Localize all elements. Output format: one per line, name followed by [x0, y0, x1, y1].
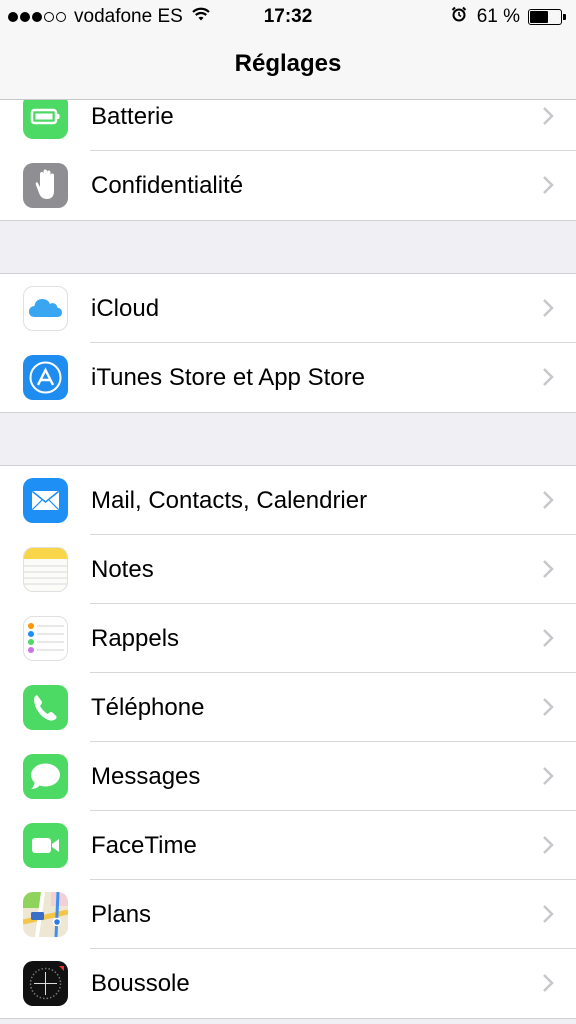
- settings-group-1: Batterie Confidentialité: [0, 81, 576, 221]
- chevron-right-icon: [542, 628, 554, 653]
- settings-row-label: Confidentialité: [91, 172, 244, 199]
- battery-icon: [23, 94, 68, 139]
- chevron-right-icon: [542, 559, 554, 584]
- settings-row-confidentialite[interactable]: Confidentialité: [0, 151, 576, 220]
- chevron-right-icon: [542, 904, 554, 929]
- messages-icon: [23, 754, 68, 799]
- chevron-right-icon: [542, 367, 554, 392]
- settings-row-notes[interactable]: Notes: [0, 535, 576, 604]
- settings-group-3: Mail, Contacts, Calendrier Notes Rappels…: [0, 465, 576, 1019]
- page-title: Réglages: [234, 50, 342, 77]
- settings-row-mail[interactable]: Mail, Contacts, Calendrier: [0, 466, 576, 535]
- icloud-icon: [23, 286, 68, 331]
- settings-row-label: Mail, Contacts, Calendrier: [91, 487, 368, 514]
- settings-row-plans[interactable]: Plans: [0, 880, 576, 949]
- navigation-bar: Réglages: [0, 36, 576, 100]
- settings-row-label: Téléphone: [91, 694, 205, 721]
- settings-group-2: iCloud iTunes Store et App Store: [0, 273, 576, 413]
- settings-row-label: Messages: [91, 763, 201, 790]
- settings-row-label: Rappels: [91, 625, 180, 652]
- settings-row-itunes-app-store[interactable]: iTunes Store et App Store: [0, 343, 576, 412]
- settings-row-telephone[interactable]: Téléphone: [0, 673, 576, 742]
- settings-row-label: Plans: [91, 901, 152, 928]
- settings-row-rappels[interactable]: Rappels: [0, 604, 576, 673]
- notes-icon: [23, 547, 68, 592]
- chevron-right-icon: [542, 298, 554, 323]
- maps-icon: [23, 892, 68, 937]
- settings-row-facetime[interactable]: FaceTime: [0, 811, 576, 880]
- settings-row-icloud[interactable]: iCloud: [0, 274, 576, 343]
- phone-icon: [23, 685, 68, 730]
- chevron-right-icon: [542, 973, 554, 998]
- facetime-icon: [23, 823, 68, 868]
- compass-icon: [23, 961, 68, 1006]
- app-store-icon: [23, 355, 68, 400]
- settings-row-label: Boussole: [91, 970, 190, 997]
- battery-percentage: 61 %: [476, 6, 520, 27]
- mail-icon: [23, 478, 68, 523]
- chevron-right-icon: [542, 175, 554, 200]
- status-bar: vodafone ES 17:32 61 %: [0, 0, 576, 36]
- hand-icon: [23, 163, 68, 208]
- chevron-right-icon: [542, 766, 554, 791]
- chevron-right-icon: [542, 835, 554, 860]
- settings-row-label: Notes: [91, 556, 154, 583]
- settings-row-label: iTunes Store et App Store: [91, 364, 365, 391]
- chevron-right-icon: [542, 697, 554, 722]
- alarm-icon: [451, 6, 467, 28]
- reminders-icon: [23, 616, 68, 661]
- battery-level-icon: [528, 9, 562, 25]
- settings-row-label: iCloud: [91, 295, 160, 322]
- settings-row-messages[interactable]: Messages: [0, 742, 576, 811]
- settings-row-boussole[interactable]: Boussole: [0, 949, 576, 1018]
- chevron-right-icon: [542, 490, 554, 515]
- chevron-right-icon: [542, 106, 554, 131]
- settings-row-label: FaceTime: [91, 832, 197, 859]
